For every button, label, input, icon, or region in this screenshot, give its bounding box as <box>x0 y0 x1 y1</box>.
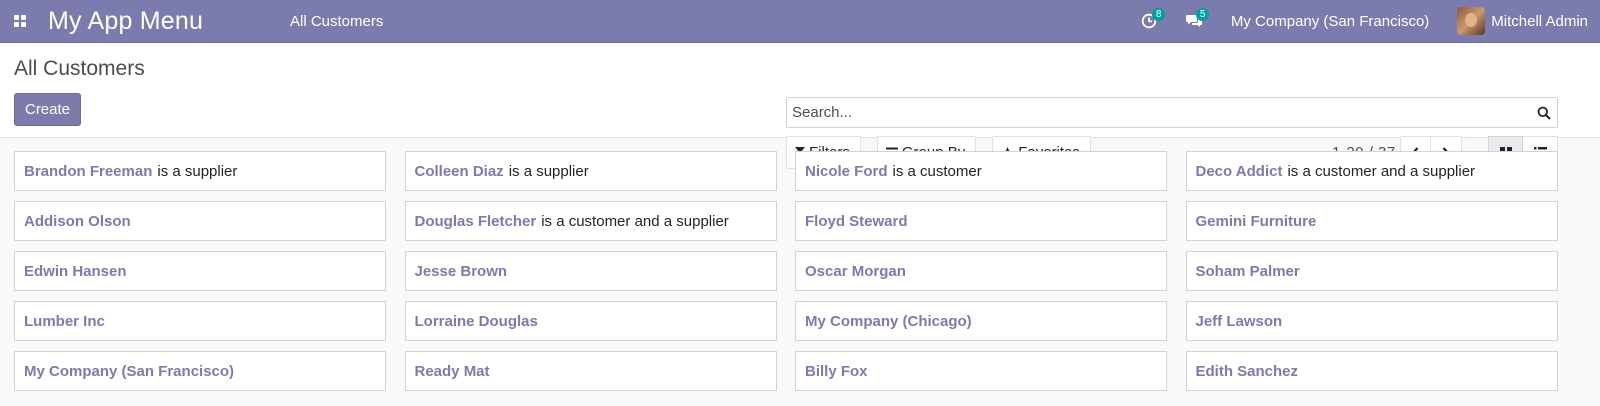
kanban-card[interactable]: Addison Olson <box>14 201 386 241</box>
card-name: My Company (San Francisco) <box>24 362 235 380</box>
card-description: is a supplier <box>508 162 589 180</box>
user-menu[interactable]: Mitchell Admin <box>1443 7 1600 35</box>
card-name: Lorraine Douglas <box>414 312 538 330</box>
company-switcher[interactable]: My Company (San Francisco) <box>1217 13 1443 30</box>
create-button[interactable]: Create <box>14 93 81 126</box>
kanban-card[interactable]: Nicole Ford is a customer <box>795 151 1167 191</box>
card-name: Edith Sanchez <box>1195 362 1299 380</box>
card-name: Floyd Steward <box>805 212 908 230</box>
kanban-card[interactable]: Douglas Fletcher is a customer and a supp… <box>404 201 777 241</box>
menu-all-customers[interactable]: All Customers <box>270 13 403 30</box>
card-description: is a customer and a supplier <box>541 212 729 230</box>
kanban-card[interactable]: My Company (San Francisco) <box>14 351 386 391</box>
search-input[interactable] <box>787 104 1531 121</box>
card-name: My Company (Chicago) <box>805 312 972 330</box>
kanban-view: Brandon Freeman is a supplier Colleen Dia… <box>14 151 1558 391</box>
card-name: Douglas Fletcher <box>414 212 537 230</box>
kanban-card[interactable]: Edith Sanchez <box>1185 351 1558 391</box>
card-name: Ready Mat <box>414 362 490 380</box>
card-name: Brandon Freeman <box>24 162 153 180</box>
card-name: Oscar Morgan <box>805 262 906 280</box>
card-name: Deco Addict <box>1195 162 1283 180</box>
card-description: is a customer and a supplier <box>1287 162 1476 180</box>
systray: 8 5 My Company (San Francisco) Mitchell … <box>1127 0 1600 43</box>
activity-count-badge: 8 <box>1151 7 1166 21</box>
kanban-card[interactable]: Gemini Furniture <box>1185 201 1558 241</box>
card-name: Colleen Diaz <box>414 162 504 180</box>
messaging-button[interactable]: 5 <box>1171 0 1217 43</box>
kanban-card[interactable]: Billy Fox <box>795 351 1167 391</box>
kanban-card[interactable]: Soham Palmer <box>1185 251 1558 291</box>
card-name: Addison Olson <box>24 212 131 230</box>
top-navbar: My App Menu All Customers 8 5 My Company… <box>0 0 1600 43</box>
kanban-card[interactable]: Lorraine Douglas <box>404 301 777 341</box>
kanban-card[interactable]: Jeff Lawson <box>1185 301 1558 341</box>
activity-button[interactable]: 8 <box>1127 0 1171 43</box>
search-bar <box>786 97 1558 128</box>
card-name: Nicole Ford <box>805 162 888 180</box>
kanban-card[interactable]: Brandon Freeman is a supplier <box>14 151 386 191</box>
apps-menu-icon[interactable] <box>0 0 40 43</box>
page-title: All Customers <box>14 57 145 80</box>
messages-count-badge: 5 <box>1195 7 1210 21</box>
kanban-card[interactable]: Ready Mat <box>404 351 777 391</box>
card-description: is a customer <box>892 162 982 180</box>
card-name: Edwin Hansen <box>24 262 127 280</box>
avatar <box>1457 7 1486 35</box>
card-name: Gemini Furniture <box>1195 212 1317 230</box>
kanban-card[interactable]: Floyd Steward <box>795 201 1167 241</box>
control-panel: All Customers Create Filters Group By <box>0 43 1600 169</box>
kanban-card[interactable]: Lumber Inc <box>14 301 386 341</box>
card-name: Soham Palmer <box>1195 262 1300 280</box>
card-name: Lumber Inc <box>24 312 105 330</box>
kanban-card[interactable]: My Company (Chicago) <box>795 301 1167 341</box>
card-name: Jeff Lawson <box>1195 312 1283 330</box>
kanban-card[interactable]: Jesse Brown <box>404 251 777 291</box>
kanban-card[interactable]: Oscar Morgan <box>795 251 1167 291</box>
search-icon[interactable] <box>1531 106 1557 120</box>
kanban-card[interactable]: Colleen Diaz is a supplier <box>404 151 777 191</box>
card-name: Billy Fox <box>805 362 868 380</box>
kanban-card[interactable]: Deco Addict is a customer and a supplier <box>1185 151 1558 191</box>
card-description: is a supplier <box>157 162 238 180</box>
app-brand[interactable]: My App Menu <box>40 7 270 36</box>
kanban-card[interactable]: Edwin Hansen <box>14 251 386 291</box>
card-name: Jesse Brown <box>414 262 508 280</box>
user-name: Mitchell Admin <box>1491 12 1588 30</box>
